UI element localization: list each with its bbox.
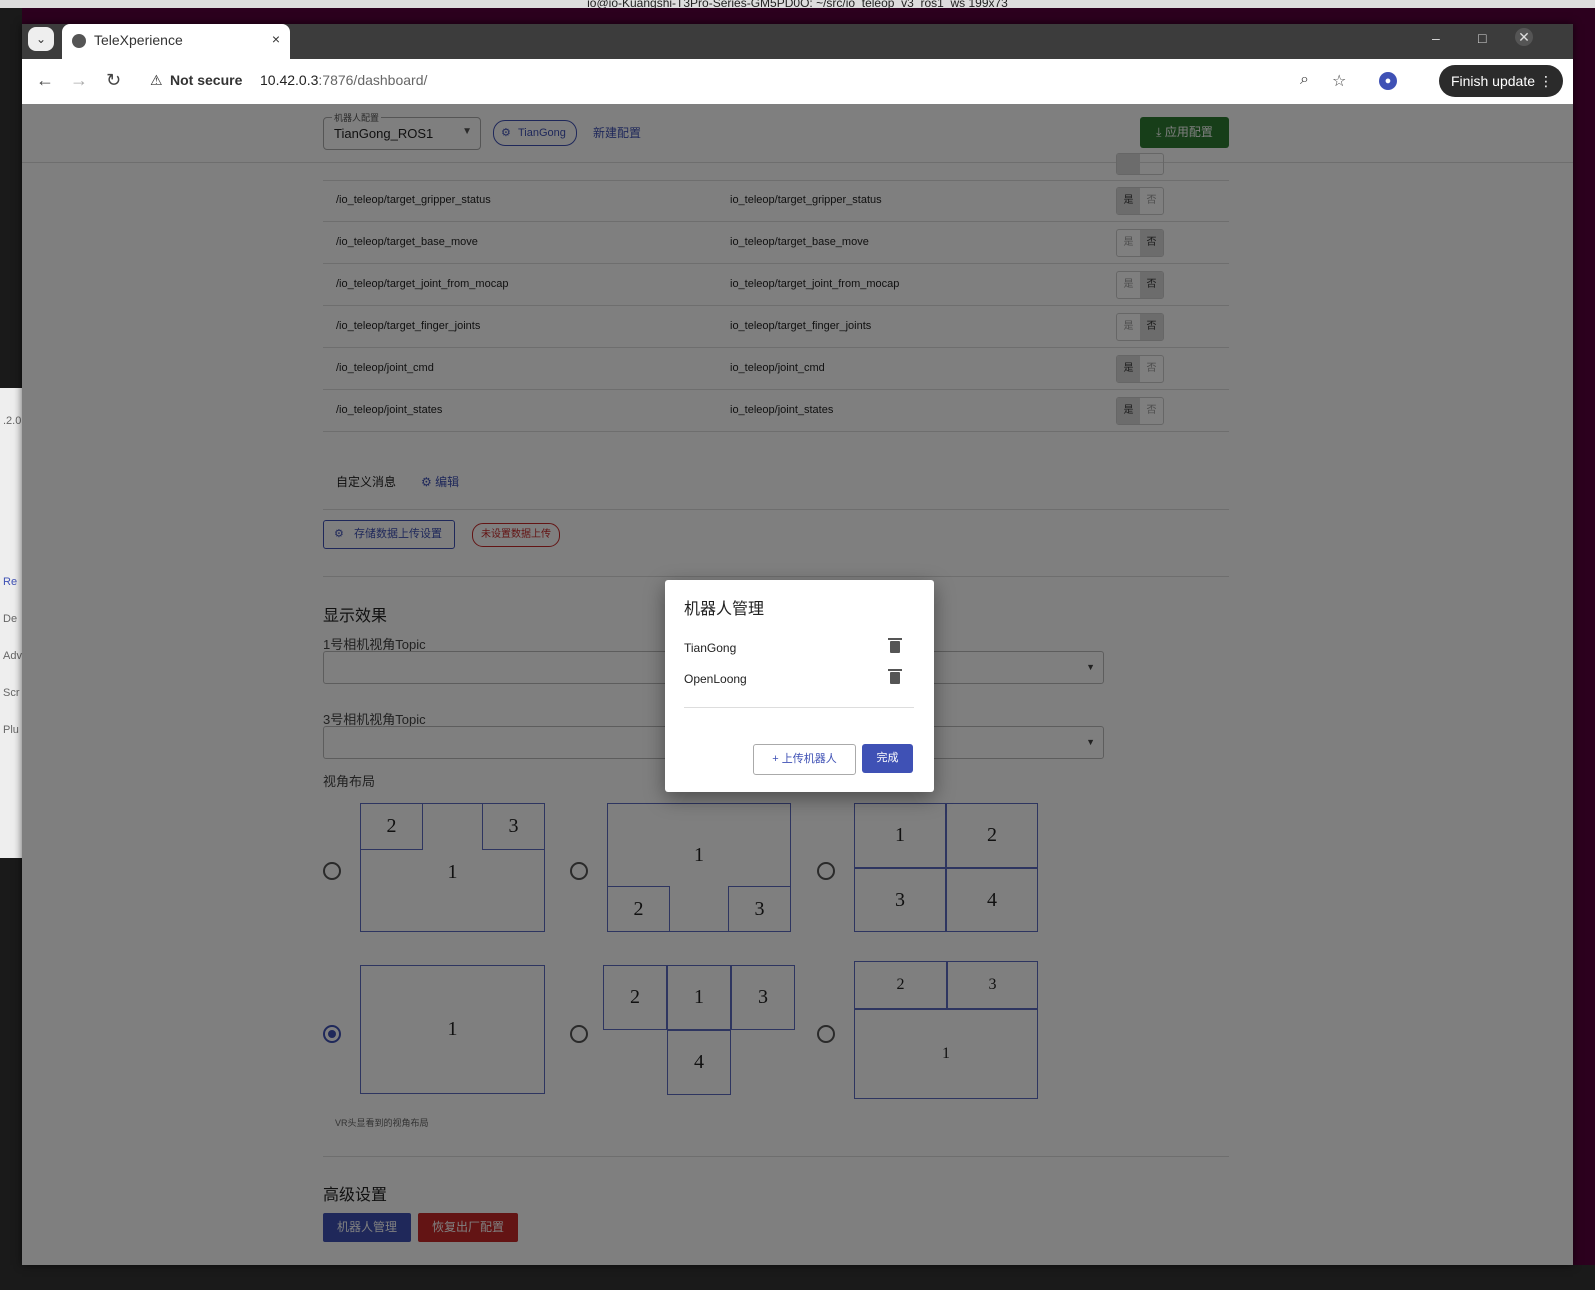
tab-search-button[interactable]: ⌄ bbox=[28, 27, 54, 51]
terminal-title: io@io-Kuangshi-T3Pro-Series-GM5PD0O: ~/s… bbox=[0, 0, 1595, 8]
tab-title: TeleXperience bbox=[94, 32, 183, 48]
profile-icon[interactable]: ● bbox=[1379, 72, 1397, 90]
background-nav-item: Scr bbox=[3, 687, 20, 699]
background-nav-item: De bbox=[3, 613, 18, 625]
back-icon[interactable]: ← bbox=[36, 70, 54, 91]
robot-list-item: OpenLoong bbox=[684, 672, 747, 686]
background-app-sidebar: .2.0 Re De Adv Scr Plu bbox=[0, 388, 22, 858]
favicon-icon bbox=[72, 34, 86, 48]
menu-dots-icon: ⋮ bbox=[1539, 73, 1553, 89]
tab-bar: ⌄ TeleXperience × – □ ✕ bbox=[22, 24, 1573, 59]
robot-list-item: TianGong bbox=[684, 641, 737, 655]
minimize-icon[interactable]: – bbox=[1432, 30, 1440, 46]
dialog-title: 机器人管理 bbox=[684, 601, 765, 618]
finish-update-button[interactable]: Finish update ⋮ bbox=[1438, 65, 1563, 97]
reload-icon[interactable]: ↻ bbox=[106, 70, 121, 91]
robot-management-dialog: 机器人管理 TianGong OpenLoong + 上传机器人 完成 bbox=[665, 580, 934, 792]
upload-robot-label: 上传机器人 bbox=[781, 753, 837, 765]
url-host: 10.42.0.3 bbox=[260, 72, 319, 88]
tab-close-icon[interactable]: × bbox=[272, 31, 280, 47]
warning-icon: ⚠ bbox=[150, 72, 163, 88]
background-version: .2.0 bbox=[3, 415, 22, 427]
url-path: :7876/dashboard/ bbox=[318, 72, 428, 88]
address-bar: ← → ↻ ⚠ Not secure 10.42.0.3:7876/dashbo… bbox=[22, 59, 1573, 105]
bookmark-star-icon[interactable]: ☆ bbox=[1332, 71, 1346, 91]
url-input[interactable]: ⚠ Not secure 10.42.0.3:7876/dashboard/ bbox=[140, 65, 1270, 97]
zoom-icon[interactable]: ⌕ bbox=[1300, 71, 1309, 89]
url-text[interactable]: 10.42.0.3:7876/dashboard/ bbox=[260, 72, 427, 88]
upload-robot-button[interactable]: + 上传机器人 bbox=[753, 744, 856, 775]
maximize-icon[interactable]: □ bbox=[1478, 30, 1486, 46]
background-nav-item: Re bbox=[3, 576, 18, 588]
tab-telexperience[interactable]: TeleXperience × bbox=[62, 24, 290, 59]
window-close-icon[interactable]: ✕ bbox=[1515, 28, 1533, 46]
background-nav-item: Plu bbox=[3, 724, 19, 736]
plus-icon: + bbox=[772, 753, 782, 765]
background-window-strip: .2.0 Re De Adv Scr Plu bbox=[0, 8, 22, 1290]
done-button[interactable]: 完成 bbox=[862, 744, 913, 773]
finish-update-label: Finish update bbox=[1450, 73, 1535, 89]
delete-robot-icon[interactable] bbox=[888, 669, 902, 684]
terminal-bottom bbox=[22, 1265, 1595, 1290]
delete-robot-icon[interactable] bbox=[888, 638, 902, 653]
background-nav-item: Adv bbox=[3, 650, 22, 662]
forward-icon[interactable]: → bbox=[70, 70, 88, 91]
dialog-divider bbox=[684, 707, 914, 708]
not-secure-label[interactable]: Not secure bbox=[170, 72, 242, 88]
